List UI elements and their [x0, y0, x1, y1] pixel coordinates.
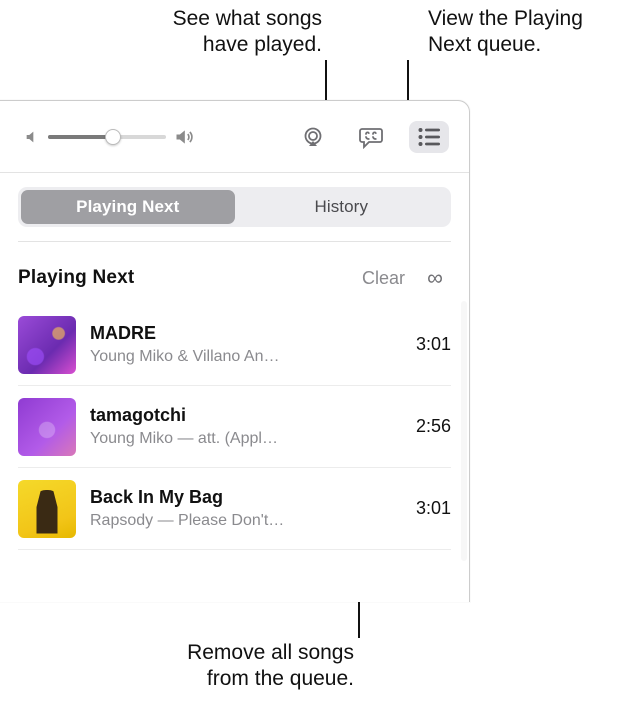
track-text: MADRE Young Miko & Villano An…: [90, 323, 387, 366]
track-title: Back In My Bag: [90, 487, 383, 508]
track-subtitle: Young Miko — att. (Appl…: [90, 430, 383, 448]
album-art: [18, 480, 76, 538]
volume-fill: [48, 135, 113, 139]
queue-button[interactable]: [409, 121, 449, 153]
tab-playing-next[interactable]: Playing Next: [21, 190, 235, 224]
volume-track[interactable]: [48, 135, 166, 139]
section-header: Playing Next Clear ∞: [0, 242, 469, 304]
tab-history[interactable]: History: [235, 190, 449, 224]
track-title: tamagotchi: [90, 405, 383, 426]
album-art: [18, 398, 76, 456]
callout-queue-button: View the Playing Next queue.: [428, 6, 583, 59]
lyrics-button[interactable]: [351, 121, 391, 153]
track-title: MADRE: [90, 323, 383, 344]
section-title: Playing Next: [18, 267, 348, 289]
track-row[interactable]: Back In My Bag Rapsody — Please Don't… 3…: [18, 468, 451, 550]
track-list: MADRE Young Miko & Villano An… 3:01 tama…: [0, 304, 469, 550]
track-row[interactable]: MADRE Young Miko & Villano An… 3:01: [18, 304, 451, 386]
toolbar: [0, 101, 469, 173]
track-subtitle: Rapsody — Please Don't…: [90, 512, 383, 530]
volume-thumb[interactable]: [105, 129, 121, 145]
infinity-icon: ∞: [427, 265, 443, 291]
album-art: [18, 316, 76, 374]
lyrics-icon: [358, 125, 384, 149]
track-text: tamagotchi Young Miko — att. (Appl…: [90, 405, 387, 448]
volume-low-icon: [24, 129, 40, 145]
airplay-icon: [301, 125, 325, 149]
playing-next-panel: Playing Next History Playing Next Clear …: [0, 100, 470, 602]
airplay-button[interactable]: [293, 121, 333, 153]
volume-high-icon: [174, 127, 194, 147]
callout-history: See what songs have played.: [122, 6, 322, 59]
list-icon: [417, 127, 441, 147]
autoplay-button[interactable]: ∞: [419, 262, 451, 294]
volume-slider[interactable]: [24, 127, 194, 147]
callout-clear: Remove all songs from the queue.: [144, 640, 354, 693]
track-duration: 2:56: [401, 416, 451, 437]
track-row[interactable]: tamagotchi Young Miko — att. (Appl… 2:56: [18, 386, 451, 468]
track-subtitle: Young Miko & Villano An…: [90, 348, 383, 366]
segmented-control: Playing Next History: [18, 187, 451, 227]
segmented-control-wrap: Playing Next History: [0, 173, 469, 235]
clear-button[interactable]: Clear: [362, 268, 405, 289]
track-text: Back In My Bag Rapsody — Please Don't…: [90, 487, 387, 530]
track-duration: 3:01: [401, 334, 451, 355]
track-duration: 3:01: [401, 498, 451, 519]
